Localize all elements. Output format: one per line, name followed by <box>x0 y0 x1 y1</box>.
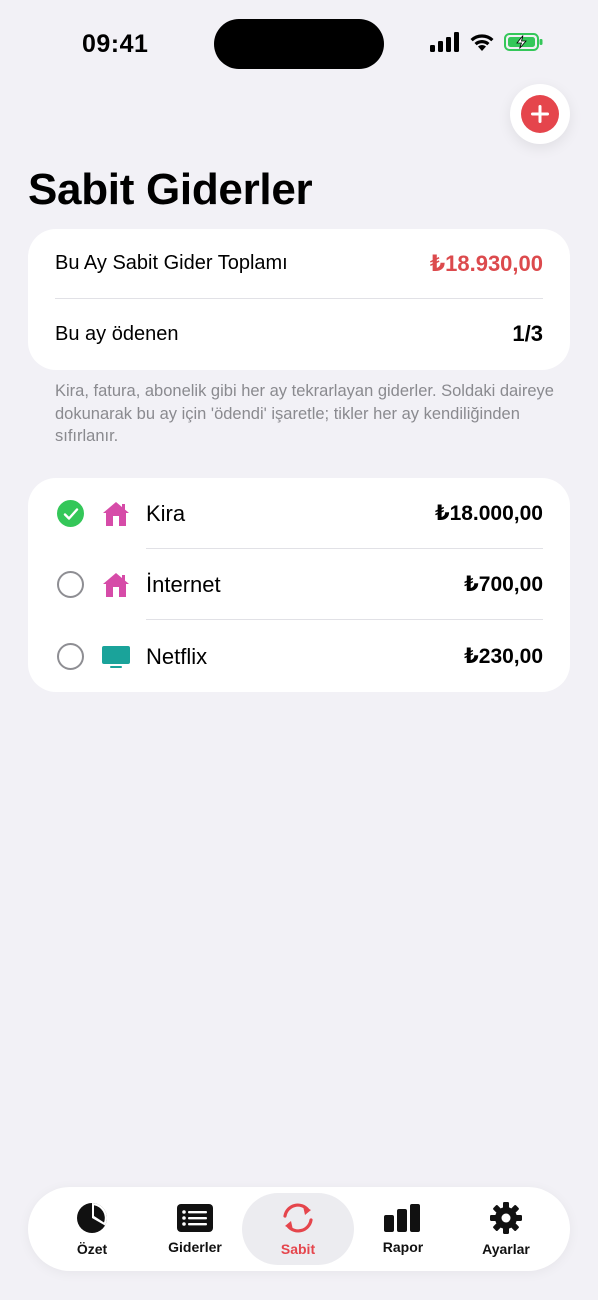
summary-paid-label: Bu ay ödenen <box>55 322 179 345</box>
list-item[interactable]: Netflix ₺230,00 <box>28 621 570 692</box>
list-item[interactable]: Kira ₺18.000,00 <box>28 478 570 549</box>
summary-paid-value: 1/3 <box>512 321 543 346</box>
tab-ayarlar[interactable]: Ayarlar <box>450 1193 562 1265</box>
bar-chart-icon <box>384 1204 420 1232</box>
plus-circle-icon <box>521 95 559 133</box>
summary-paid-row: Bu ay ödenen 1/3 <box>55 299 543 369</box>
summary-total-label: Bu Ay Sabit Gider Toplamı <box>55 252 288 274</box>
summary-total-row: Bu Ay Sabit Gider Toplamı ₺18.930,00 <box>55 229 543 299</box>
tab-label: Özet <box>76 1241 108 1257</box>
expense-name: Kira <box>146 500 186 526</box>
page-title: Sabit Giderler <box>28 165 313 214</box>
recurring-icon <box>283 1203 313 1233</box>
status-icons <box>430 32 544 52</box>
expense-amount: ₺18.000,00 <box>434 502 543 525</box>
paid-checkbox[interactable] <box>57 571 84 598</box>
expense-amount: ₺230,00 <box>464 645 543 668</box>
expense-name: İnternet <box>146 571 221 597</box>
pie-chart-icon <box>77 1203 108 1233</box>
list-icon <box>177 1204 213 1232</box>
wifi-icon <box>470 34 494 51</box>
status-time: 09:41 <box>82 30 149 58</box>
tab-label: Rapor <box>382 1239 424 1255</box>
tab-bar: Özet Giderler Sabit Rapor Ayarlar <box>28 1187 570 1271</box>
divider <box>146 619 543 620</box>
summary-total-value: ₺18.930,00 <box>429 250 543 276</box>
hint-text: Kira, fatura, abonelik gibi her ay tekra… <box>55 382 554 445</box>
screen: 09:41 Sabit Giderler Bu Ay Sabit Gider T… <box>0 0 598 1300</box>
tv-icon <box>101 643 131 671</box>
tab-label: Ayarlar <box>482 1241 530 1257</box>
paid-checkbox[interactable] <box>57 500 84 527</box>
tab-ozet[interactable]: Özet <box>36 1193 148 1265</box>
battery-charging-icon <box>504 33 543 51</box>
expense-amount: ₺700,00 <box>464 573 543 596</box>
tab-rapor[interactable]: Rapor <box>347 1193 459 1265</box>
expense-list: Kira ₺18.000,00 İnternet ₺700,00 Netflix… <box>28 478 570 692</box>
tab-label: Giderler <box>168 1239 222 1255</box>
tab-giderler[interactable]: Giderler <box>139 1193 251 1265</box>
checkmark-icon <box>63 507 78 520</box>
signal-icon <box>430 32 459 52</box>
house-icon <box>101 571 131 599</box>
list-item[interactable]: İnternet ₺700,00 <box>28 549 570 620</box>
dynamic-island <box>214 19 384 69</box>
gear-icon <box>490 1202 522 1234</box>
paid-checkbox[interactable] <box>57 643 84 670</box>
summary-card: Bu Ay Sabit Gider Toplamı ₺18.930,00 Bu … <box>28 229 570 370</box>
add-button[interactable] <box>510 84 570 144</box>
tab-sabit[interactable]: Sabit <box>242 1193 354 1265</box>
house-icon <box>101 500 131 528</box>
expense-name: Netflix <box>146 643 208 669</box>
tab-label: Sabit <box>280 1241 316 1257</box>
